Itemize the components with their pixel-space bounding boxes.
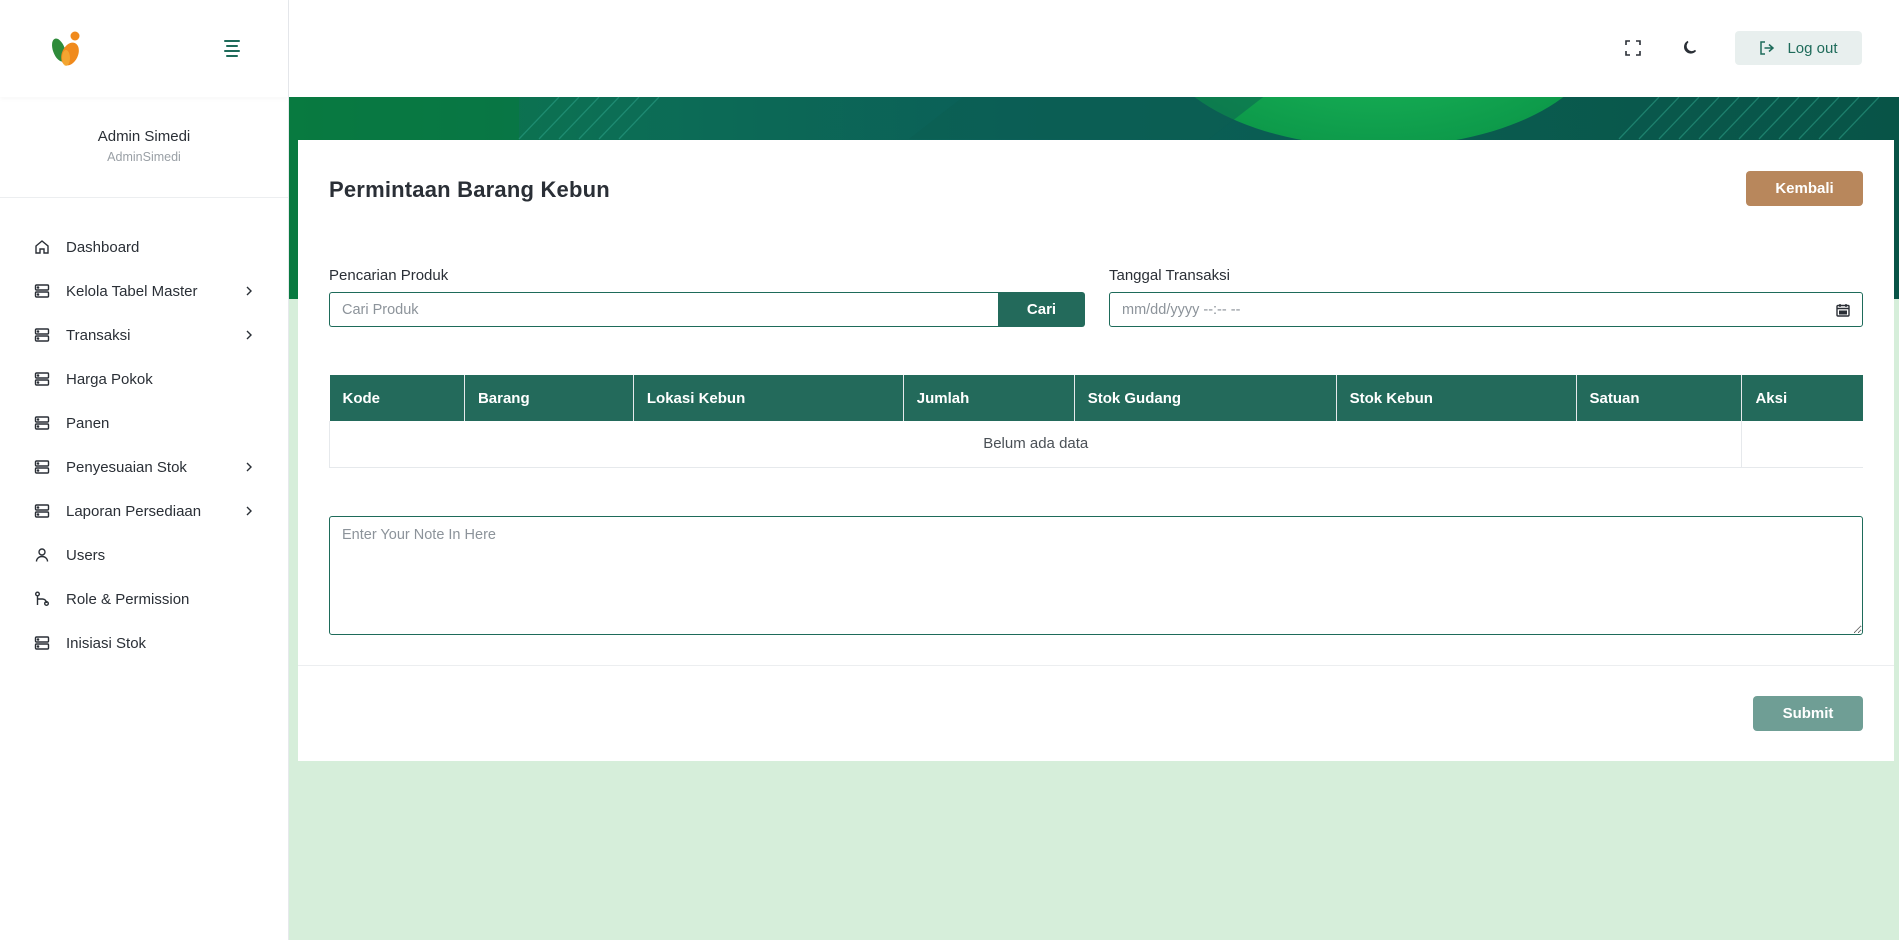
calendar-icon[interactable] bbox=[1836, 303, 1850, 317]
top-header: Log out bbox=[289, 0, 1899, 97]
moon-icon[interactable] bbox=[1678, 36, 1702, 60]
sidebar-item-label: Kelola Tabel Master bbox=[66, 282, 198, 300]
user-profile: Admin Simedi AdminSimedi bbox=[0, 97, 288, 198]
server-icon bbox=[34, 415, 50, 431]
column-header: Jumlah bbox=[903, 375, 1075, 421]
server-icon bbox=[34, 283, 50, 299]
sidebar-item-label: Laporan Persediaan bbox=[66, 502, 202, 520]
column-header: Stok Kebun bbox=[1336, 375, 1577, 421]
sidebar-item-label: Dashboard bbox=[66, 238, 140, 256]
items-table: Kode Barang Lokasi Kebun Jumlah Stok Gud… bbox=[328, 375, 1863, 468]
server-icon bbox=[34, 503, 50, 519]
menu-toggle-icon[interactable] bbox=[222, 39, 242, 59]
sidebar-item-kelola-tabel-master[interactable]: Kelola Tabel Master bbox=[0, 269, 288, 313]
header-actions: Log out bbox=[1621, 31, 1862, 65]
search-group: Cari bbox=[329, 292, 1085, 327]
sidebar-item-label: Penyesuaian Stok bbox=[66, 458, 187, 476]
date-input[interactable]: mm/dd/yyyy --:-- -- bbox=[1109, 292, 1863, 327]
chevron-right-icon bbox=[244, 286, 254, 296]
user-name: Admin Simedi bbox=[97, 128, 191, 145]
empty-action-cell bbox=[1741, 421, 1863, 468]
column-header: Aksi bbox=[1741, 375, 1863, 421]
sidebar-item-label: Harga Pokok bbox=[66, 370, 153, 388]
git-branch-icon bbox=[34, 591, 50, 607]
logout-icon bbox=[1760, 41, 1775, 55]
page-title: Permintaan Barang Kebun bbox=[329, 177, 610, 202]
sidebar-item-label: Role & Permission bbox=[66, 590, 190, 608]
divider bbox=[298, 665, 1894, 666]
sidebar-item-role-permission[interactable]: Role & Permission bbox=[0, 577, 288, 621]
fullscreen-icon[interactable] bbox=[1621, 36, 1645, 60]
sidebar-item-panen[interactable]: Panen bbox=[0, 401, 288, 445]
main-card: Permintaan Barang Kebun Kembali Pencaria… bbox=[298, 140, 1894, 761]
sidebar-item-harga-pokok[interactable]: Harga Pokok bbox=[0, 357, 288, 401]
chevron-right-icon bbox=[244, 506, 254, 516]
sidebar-item-laporan-persediaan[interactable]: Laporan Persediaan bbox=[0, 489, 288, 533]
server-icon bbox=[34, 371, 50, 387]
column-header: Satuan bbox=[1576, 375, 1743, 421]
sidebar-nav: Dashboard Kelola Tabel Master Transaksi bbox=[0, 198, 288, 665]
brand-logo[interactable] bbox=[46, 28, 86, 70]
empty-state-text: Belum ada data bbox=[328, 421, 1742, 468]
user-icon bbox=[34, 547, 50, 563]
search-label: Pencarian Produk bbox=[329, 267, 449, 284]
search-button[interactable]: Cari bbox=[998, 292, 1085, 327]
chevron-right-icon bbox=[244, 462, 254, 472]
sidebar-item-inisiasi-stok[interactable]: Inisiasi Stok bbox=[0, 621, 288, 665]
column-header: Barang bbox=[464, 375, 634, 421]
table-empty-row: Belum ada data bbox=[328, 421, 1863, 468]
server-icon bbox=[34, 459, 50, 475]
date-label: Tanggal Transaksi bbox=[1109, 267, 1230, 284]
sidebar-item-label: Panen bbox=[66, 414, 110, 432]
back-button[interactable]: Kembali bbox=[1746, 171, 1863, 206]
date-placeholder: mm/dd/yyyy --:-- -- bbox=[1122, 301, 1241, 318]
sidebar-item-dashboard[interactable]: Dashboard bbox=[0, 225, 288, 269]
logout-label: Log out bbox=[1787, 39, 1838, 57]
sidebar-item-transaksi[interactable]: Transaksi bbox=[0, 313, 288, 357]
home-icon bbox=[34, 239, 50, 255]
column-header: Stok Gudang bbox=[1074, 375, 1337, 421]
chevron-right-icon bbox=[244, 330, 254, 340]
column-header: Lokasi Kebun bbox=[633, 375, 904, 421]
sidebar-item-label: Inisiasi Stok bbox=[66, 634, 147, 652]
server-icon bbox=[34, 635, 50, 651]
search-input[interactable] bbox=[329, 292, 998, 327]
user-handle: AdminSimedi bbox=[107, 150, 181, 164]
submit-button[interactable]: Submit bbox=[1753, 696, 1863, 731]
sidebar-item-label: Users bbox=[66, 546, 106, 564]
sidebar-item-label: Transaksi bbox=[66, 326, 131, 344]
sidebar-item-users[interactable]: Users bbox=[0, 533, 288, 577]
note-textarea[interactable] bbox=[329, 516, 1863, 635]
column-header: Kode bbox=[329, 375, 465, 421]
sidebar-item-penyesuaian-stok[interactable]: Penyesuaian Stok bbox=[0, 445, 288, 489]
sidebar: Admin Simedi AdminSimedi Dashboard Kelol… bbox=[0, 0, 289, 940]
logout-button[interactable]: Log out bbox=[1735, 31, 1862, 65]
logo-bar bbox=[0, 0, 288, 97]
table-header-row: Kode Barang Lokasi Kebun Jumlah Stok Gud… bbox=[329, 375, 1863, 421]
server-icon bbox=[34, 327, 50, 343]
